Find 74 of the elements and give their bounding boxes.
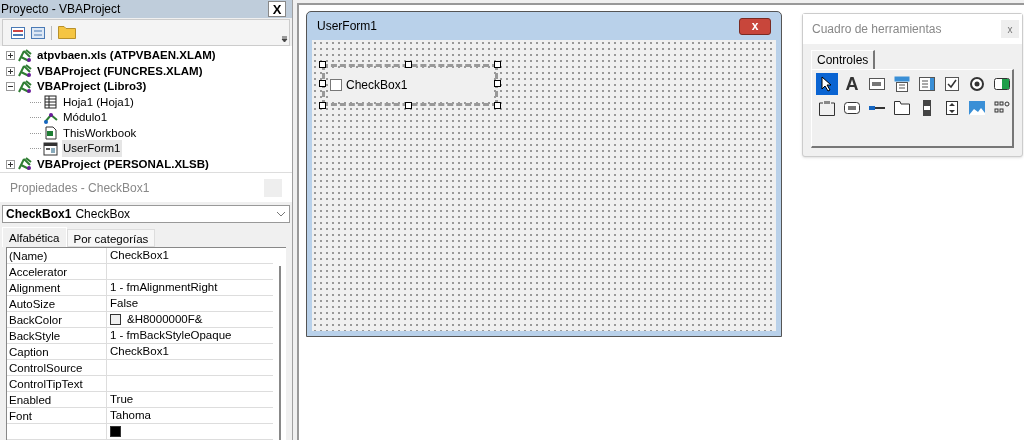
- collapse-toggle[interactable]: [6, 82, 15, 92]
- tree-item[interactable]: atpvbaen.xls (ATPVBAEN.XLAM): [36, 47, 217, 65]
- property-name-cell[interactable]: Font: [7, 408, 107, 423]
- resize-handle[interactable]: [319, 102, 326, 109]
- tree-item[interactable]: Módulo1: [62, 109, 109, 127]
- view-object-icon[interactable]: [11, 26, 25, 39]
- tab[interactable]: Controles: [811, 50, 876, 69]
- property-name-cell[interactable]: AutoSize: [7, 296, 107, 311]
- selection-frame[interactable]: CheckBox1: [322, 64, 498, 106]
- property-value-cell[interactable]: 1 - fmAlignmentRight: [107, 280, 273, 295]
- property-name-cell[interactable]: Caption: [7, 344, 107, 359]
- property-name-cell[interactable]: Enabled: [7, 392, 107, 407]
- tab[interactable]: Alfabética: [2, 227, 67, 247]
- project-icon: [17, 79, 33, 94]
- panel-title: Proyecto - VBAProject: [1, 1, 121, 18]
- property-name-cell[interactable]: Accelerator: [7, 264, 107, 279]
- property-name-cell[interactable]: ControlTipText: [7, 376, 107, 391]
- resize-handle[interactable]: [494, 80, 501, 87]
- resize-handle[interactable]: [494, 102, 501, 109]
- close-button[interactable]: x: [1001, 20, 1019, 38]
- property-value-cell[interactable]: 1 - fmBackStyleOpaque: [107, 328, 273, 343]
- form-icon: [43, 141, 59, 156]
- property-value-cell[interactable]: CheckBox1: [107, 248, 273, 263]
- plus-icon: [8, 68, 13, 74]
- tree-item[interactable]: Hoja1 (Hoja1): [62, 93, 135, 111]
- property-value-cell[interactable]: &H8000000F&: [107, 312, 273, 327]
- minus-icon: [8, 84, 13, 90]
- tree-item[interactable]: ThisWorkbook: [62, 124, 138, 142]
- chevron-down-icon: [276, 211, 286, 217]
- expand-toggle[interactable]: [6, 159, 15, 169]
- tree-item[interactable]: VBAProject (PERSONAL.XLSB): [36, 155, 210, 173]
- tree-item[interactable]: UserForm1: [62, 140, 122, 158]
- object-name: CheckBox1: [6, 206, 72, 223]
- tree-item[interactable]: VBAProject (Libro3): [36, 78, 148, 96]
- object-dropdown[interactable]: CheckBox1 CheckBox: [2, 205, 290, 223]
- toolbox-title: Cuadro de herramientas: [812, 21, 942, 38]
- property-value-cell[interactable]: True: [107, 392, 273, 407]
- label-tool[interactable]: A: [841, 73, 863, 95]
- property-name-cell[interactable]: BackStyle: [7, 328, 107, 343]
- checkbox[interactable]: [330, 79, 342, 91]
- pointer-icon[interactable]: [816, 73, 838, 95]
- property-name-cell[interactable]: BackColor: [7, 312, 107, 327]
- module-icon: [43, 110, 59, 125]
- expand-toggle[interactable]: [6, 66, 15, 76]
- project-icon: [17, 48, 33, 63]
- resize-handle[interactable]: [405, 61, 412, 68]
- checkbox-label: CheckBox1: [346, 77, 408, 94]
- property-name-cell[interactable]: Alignment: [7, 280, 107, 295]
- project-icon: [17, 64, 33, 79]
- sheet-icon: [43, 95, 59, 110]
- plus-icon: [8, 53, 13, 59]
- property-value-cell[interactable]: False: [107, 296, 273, 311]
- view-code-icon[interactable]: [31, 26, 45, 39]
- form-title: UserForm1: [317, 18, 377, 35]
- expand-toggle[interactable]: [6, 51, 15, 61]
- property-name-cell[interactable]: ControlSource: [7, 360, 107, 375]
- plus-icon: [8, 161, 13, 167]
- property-value-cell[interactable]: CheckBox1: [107, 344, 273, 359]
- workbook-icon: [43, 126, 59, 141]
- tree-item[interactable]: VBAProject (FUNCRES.XLAM): [36, 62, 204, 80]
- scrollbar-thumb[interactable]: [278, 266, 281, 440]
- project-icon: [17, 157, 33, 172]
- property-name-cell[interactable]: (Name): [7, 248, 107, 263]
- close-button[interactable]: X: [268, 1, 286, 17]
- tab[interactable]: Por categorías: [66, 229, 156, 247]
- resize-handle[interactable]: [319, 80, 326, 87]
- property-value-cell[interactable]: Tahoma: [107, 408, 273, 423]
- toolbar-overflow-icon[interactable]: [281, 33, 288, 43]
- panel-title: Propiedades - CheckBox1: [10, 180, 150, 197]
- resize-handle[interactable]: [494, 61, 501, 68]
- object-type: CheckBox: [75, 206, 132, 223]
- close-button[interactable]: x: [739, 17, 771, 35]
- resize-handle[interactable]: [405, 102, 412, 109]
- resize-handle[interactable]: [319, 61, 326, 68]
